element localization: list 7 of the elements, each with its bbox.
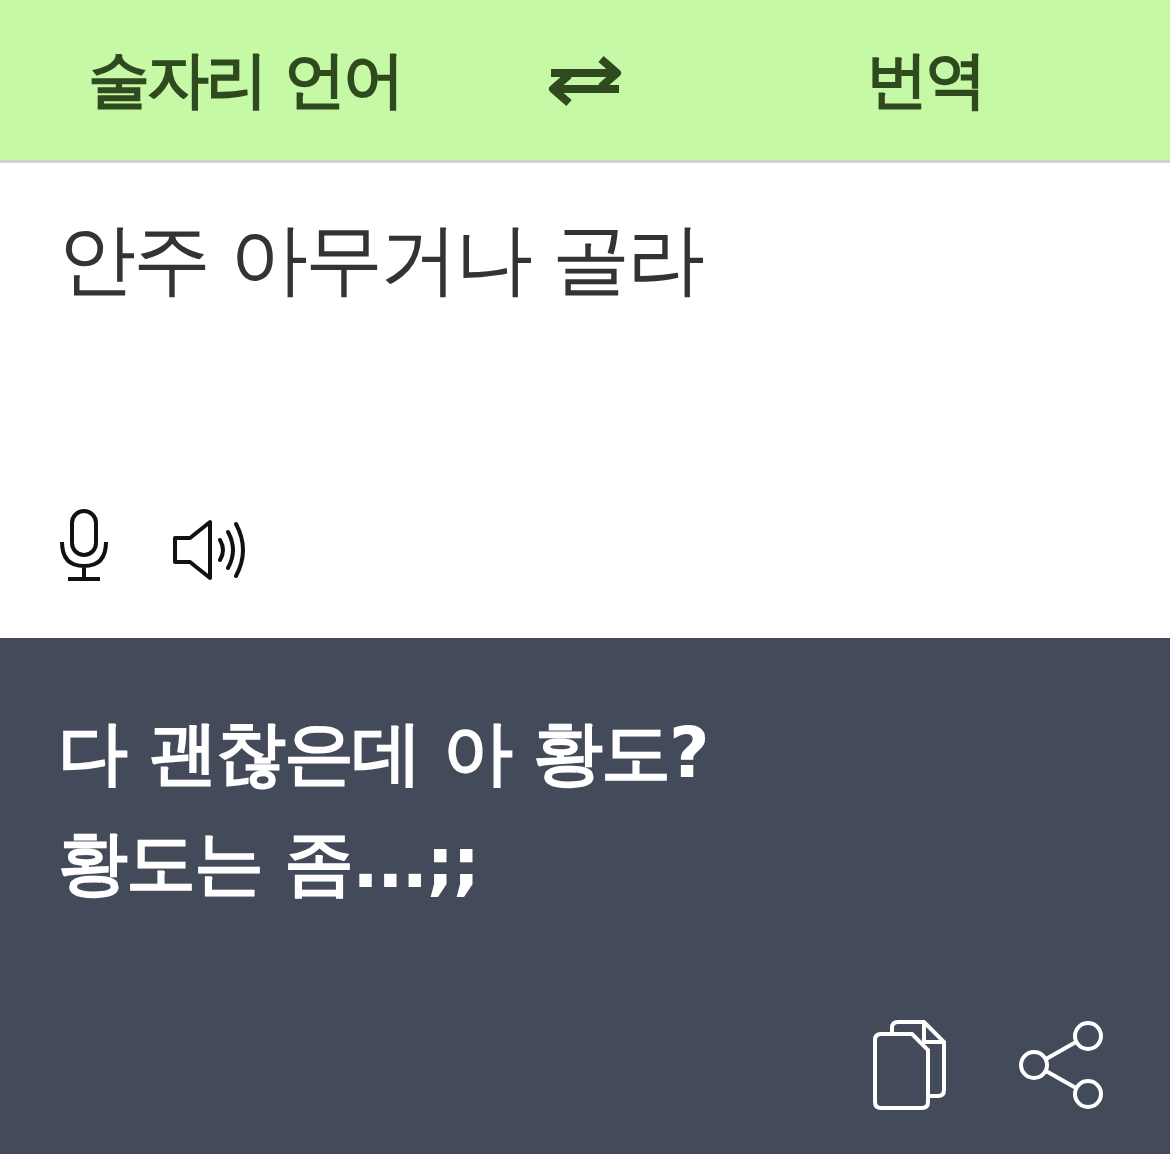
- copy-icon[interactable]: [872, 1020, 948, 1110]
- target-language[interactable]: 번역: [866, 38, 984, 122]
- microphone-icon[interactable]: [58, 508, 110, 582]
- source-language[interactable]: 술자리 언어: [88, 38, 402, 122]
- share-icon[interactable]: [1018, 1020, 1104, 1110]
- translation-text: 다 괜찮은데 아 황도? 황도는 좀...;;: [58, 711, 708, 906]
- input-field[interactable]: 안주 아무거나 골라: [58, 213, 702, 307]
